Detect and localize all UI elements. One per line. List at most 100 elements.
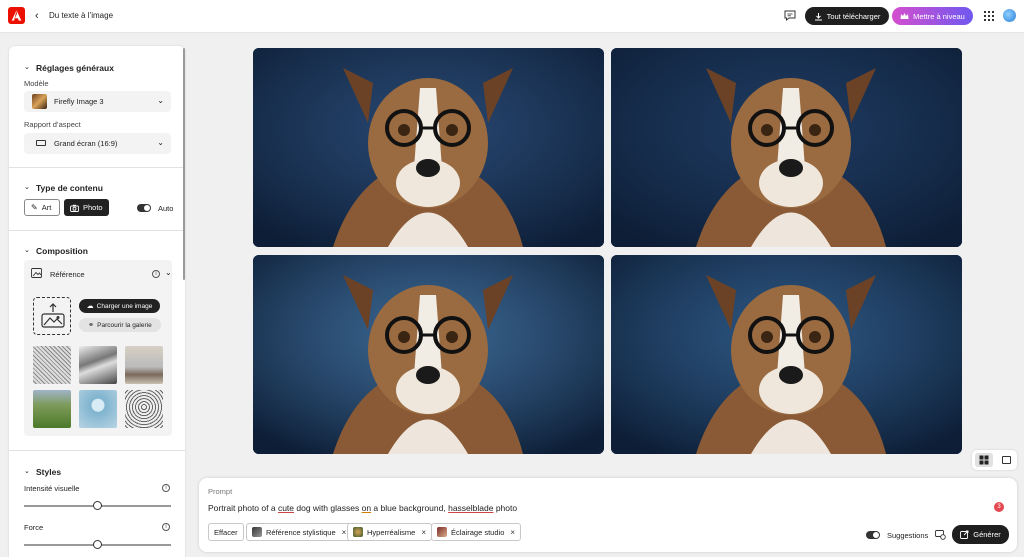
info-icon[interactable]: i	[162, 484, 170, 492]
prompt-text: a blue background,	[371, 503, 449, 513]
collapse-general-chevron-icon[interactable]: ⌄	[24, 63, 30, 71]
aspect-ratio-value: Grand écran (16:9)	[54, 139, 118, 148]
chevron-down-icon[interactable]: ⌄	[165, 268, 172, 277]
suggestions-label: Suggestions	[887, 531, 929, 540]
upgrade-label: Mettre à niveau	[913, 11, 965, 21]
remove-chip-close-icon[interactable]: ×	[342, 528, 347, 537]
content-type-art-button[interactable]: ✎ Art	[24, 199, 60, 216]
divider	[9, 450, 185, 451]
upgrade-button[interactable]: Mettre à niveau	[892, 7, 973, 25]
camera-icon	[70, 204, 79, 212]
comment-icon[interactable]	[784, 10, 796, 21]
generated-image[interactable]	[611, 48, 962, 247]
reference-thumbnail[interactable]	[79, 346, 117, 384]
cloud-upload-icon: ☁	[86, 303, 94, 310]
visual-intensity-slider-handle[interactable]	[93, 501, 102, 510]
generated-image[interactable]	[611, 255, 962, 454]
art-label: Art	[41, 203, 52, 212]
reference-thumbnail[interactable]	[125, 390, 163, 428]
browse-gallery-label: Parcourir la galerie	[97, 321, 152, 329]
prompt-text-misspelled: cute	[277, 503, 295, 513]
single-view-button[interactable]	[997, 453, 1015, 467]
view-toggle	[972, 450, 1017, 470]
breadcrumb[interactable]: Du texte à l’image	[49, 11, 113, 20]
strength-slider-handle[interactable]	[93, 540, 102, 549]
collapse-composition-chevron-icon[interactable]: ⌄	[24, 246, 30, 254]
prompt-text-misspelled: hasselblade	[448, 503, 494, 513]
chip-hyperrealism[interactable]: Hyperréalisme ×	[347, 523, 433, 541]
chevron-down-icon: ⌄	[157, 96, 164, 105]
clear-button[interactable]: Effacer	[208, 523, 244, 541]
prompt-text: photo	[493, 503, 518, 513]
prompt-text: dog with glasses	[294, 503, 362, 513]
generated-image[interactable]	[253, 48, 604, 247]
divider	[9, 167, 185, 168]
prompt-input[interactable]: Portrait photo of a cute dog with glasse…	[208, 503, 517, 513]
chip-label: Hyperréalisme	[367, 527, 416, 537]
image-upload-icon	[41, 303, 65, 328]
composition-title[interactable]: Composition	[36, 246, 88, 256]
download-all-button[interactable]: Tout télécharger	[805, 7, 889, 25]
generate-label: Générer	[973, 530, 1001, 539]
upload-image-button[interactable]: ☁ Charger une image	[79, 299, 160, 313]
generated-image[interactable]	[253, 255, 604, 454]
reference-thumbnail[interactable]	[33, 390, 71, 428]
widescreen-icon	[36, 140, 46, 146]
issue-count-badge[interactable]: 3	[994, 502, 1004, 512]
upload-image-label: Charger une image	[96, 302, 153, 310]
info-icon[interactable]: i	[162, 523, 170, 531]
download-all-label: Tout télécharger	[826, 11, 881, 21]
chip-studio-lighting[interactable]: Éclairage studio ×	[431, 523, 522, 541]
reference-image-icon	[31, 268, 42, 278]
divider	[9, 230, 185, 231]
prompt-label: Prompt	[208, 487, 233, 496]
reference-thumbnail[interactable]	[33, 346, 71, 384]
general-settings-title[interactable]: Réglages généraux	[36, 63, 114, 73]
prompt-text-flagged: on	[361, 503, 372, 513]
prompt-settings-icon[interactable]	[935, 529, 946, 540]
adobe-logo-icon[interactable]	[8, 7, 25, 24]
panel-scrollbar[interactable]	[183, 48, 185, 280]
reference-thumbnail[interactable]	[79, 390, 117, 428]
reference-thumbnail[interactable]	[125, 346, 163, 384]
auto-toggle[interactable]	[137, 204, 151, 212]
model-select[interactable]: Firefly Image 3 ⌄	[24, 91, 171, 112]
download-icon	[814, 12, 822, 20]
chip-style-reference[interactable]: Référence stylistique ×	[246, 523, 353, 541]
back-arrow-icon[interactable]: ‹	[35, 10, 39, 22]
grid-view-button[interactable]	[975, 453, 993, 467]
auto-label: Auto	[158, 204, 174, 213]
visual-intensity-label: Intensité visuelle	[24, 484, 80, 493]
firefly-model-icon	[32, 94, 47, 109]
reference-label: Référence	[50, 270, 85, 279]
strength-label: Force	[24, 523, 44, 532]
info-icon[interactable]: i	[152, 270, 160, 278]
chevron-down-icon: ⌄	[157, 138, 164, 147]
model-label: Modèle	[24, 79, 49, 88]
apps-grid-icon[interactable]	[984, 11, 994, 21]
avatar[interactable]	[1003, 9, 1016, 22]
single-view-icon	[1002, 456, 1011, 464]
settings-panel: ⌄ Réglages généraux Modèle Firefly Image…	[9, 46, 185, 557]
remove-chip-close-icon[interactable]: ×	[510, 528, 515, 537]
collapse-content-type-chevron-icon[interactable]: ⌄	[24, 183, 30, 191]
collapse-styles-chevron-icon[interactable]: ⌄	[24, 467, 30, 475]
photo-label: Photo	[83, 203, 103, 212]
upload-dropzone[interactable]	[33, 297, 71, 335]
grid-view-icon	[979, 455, 989, 465]
remove-chip-close-icon[interactable]: ×	[421, 528, 426, 537]
hyperrealism-thumb-icon	[353, 527, 363, 537]
suggestions-toggle[interactable]	[866, 531, 880, 539]
generate-button[interactable]: Générer	[952, 525, 1009, 544]
chip-label: Référence stylistique	[266, 527, 336, 537]
chip-label: Éclairage studio	[451, 527, 505, 537]
styles-title[interactable]: Styles	[36, 467, 61, 477]
content-type-photo-button[interactable]: Photo	[64, 199, 109, 216]
prompt-text: Portrait photo of a	[208, 503, 278, 513]
aspect-ratio-select[interactable]: Grand écran (16:9) ⌄	[24, 133, 171, 154]
model-value: Firefly Image 3	[54, 97, 104, 106]
aspect-ratio-label: Rapport d’aspect	[24, 120, 81, 129]
browse-gallery-button[interactable]: ⚭ Parcourir la galerie	[79, 318, 161, 332]
top-bar: ‹ Du texte à l’image Tout télécharger Me…	[0, 0, 1024, 33]
content-type-title[interactable]: Type de contenu	[36, 183, 103, 193]
